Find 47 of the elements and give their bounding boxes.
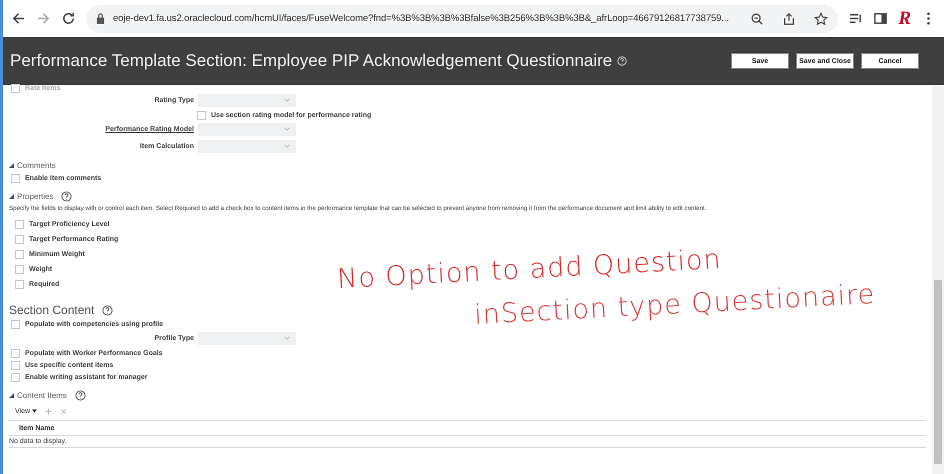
help-icon[interactable] [102,304,114,316]
dropdown-field[interactable] [198,140,296,153]
playlist-icon[interactable] [848,11,864,26]
checkbox[interactable] [11,320,20,328]
dropdown-field[interactable] [198,123,296,136]
section-title: Properties [17,192,54,200]
handwritten-note: inSection type Questionaire [474,278,876,331]
help-icon[interactable] [61,190,72,202]
dropdown-field[interactable] [198,332,296,345]
chevron-icon [284,98,290,102]
share-icon[interactable] [782,12,796,26]
expand-triangle-icon[interactable] [9,392,14,398]
checkbox[interactable] [11,348,20,358]
sidebar-icon[interactable] [873,11,888,26]
checkbox[interactable] [15,220,24,229]
forward-icon[interactable] [36,11,51,26]
section-heading: Section Content [9,303,94,317]
checkbox[interactable] [11,84,20,93]
page-title: Performance Template Section: Employee PIP Acknowledgement Questionnaire [10,51,612,71]
chevron-icon [284,144,290,148]
scrollbar[interactable] [932,85,944,474]
checkbox[interactable] [15,250,24,259]
profile-letter[interactable]: R [898,8,911,30]
star-icon[interactable] [814,12,828,26]
section-title: Comments [17,160,56,170]
checkbox[interactable] [15,265,24,274]
delete-icon[interactable] [60,408,67,414]
chevron-icon [284,336,290,340]
add-icon[interactable] [45,408,52,414]
reload-icon[interactable] [61,11,76,26]
zoom-icon[interactable] [750,12,764,26]
checkbox[interactable] [15,235,24,244]
lock-icon [96,13,105,24]
expand-triangle-icon[interactable] [9,162,14,168]
help-icon[interactable] [74,390,86,400]
dropdown-field[interactable] [198,94,296,107]
checkbox[interactable] [11,174,20,182]
checkbox[interactable] [15,280,24,289]
back-icon[interactable] [11,11,26,26]
caret-icon [32,408,37,412]
address-bar[interactable]: eoje-dev1.fa.us2.oraclecloud.com/hcmUI/faces/FuseWelcome?fnd=%3B%3B%3B%3Bfalse%3B256%3B%3B%3B&_afrLoop=46679126817738759... [86,4,838,32]
section-title: Content Items [17,390,67,400]
checkbox[interactable] [11,372,20,382]
checkbox[interactable] [197,110,206,120]
chevron-icon [284,127,290,131]
expand-triangle-icon[interactable] [9,194,14,198]
checkbox[interactable] [11,360,20,370]
